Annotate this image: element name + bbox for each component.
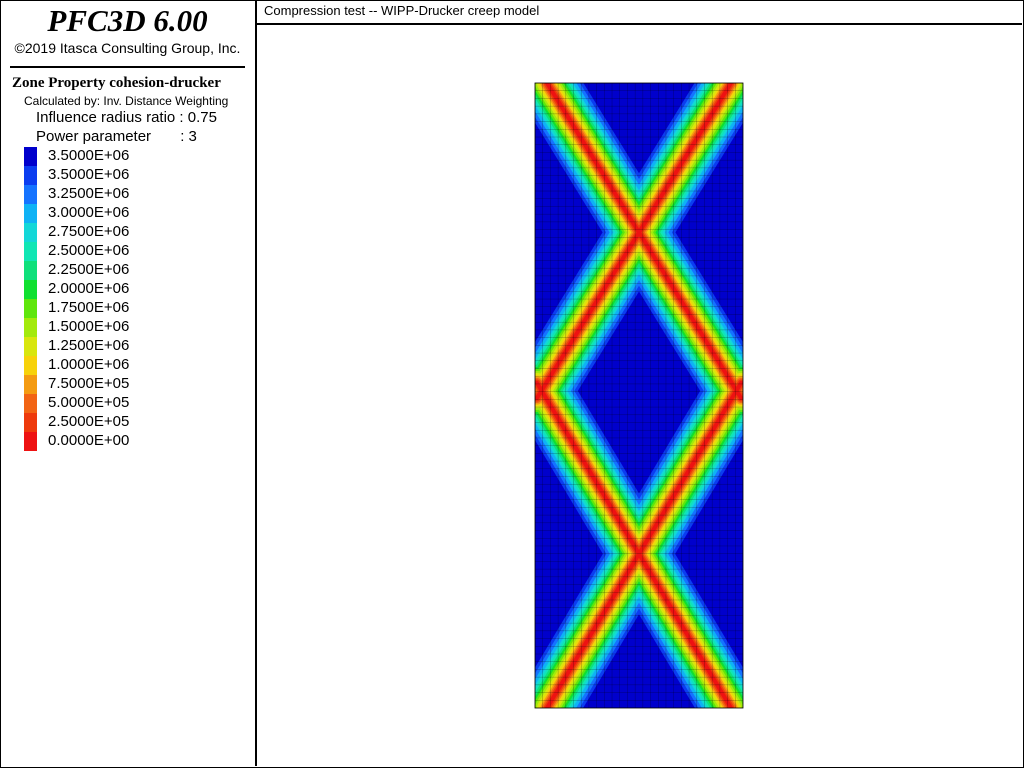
- legend-label: 0.0000E+00: [48, 432, 130, 449]
- legend-panel: PFC3D 6.00 ©2019 Itasca Consulting Group…: [0, 0, 257, 766]
- legend-swatch: [24, 432, 37, 451]
- legend-swatch: [24, 318, 37, 337]
- legend-label: 3.5000E+06: [48, 166, 130, 183]
- legend-swatch: [24, 242, 37, 261]
- legend-swatch: [24, 147, 37, 166]
- cohesion-bands: [535, 83, 743, 708]
- app-title: PFC3D 6.00: [47, 3, 208, 38]
- legend-label: 2.5000E+05: [48, 413, 130, 430]
- legend-title: Zone Property cohesion-drucker: [12, 75, 221, 91]
- legend-swatch: [24, 204, 37, 223]
- legend-swatch: [24, 185, 37, 204]
- legend-label: 3.2500E+06: [48, 185, 130, 202]
- influence-radius-label: Influence radius ratio : 0.75: [36, 109, 217, 126]
- specimen-contour: [535, 83, 743, 708]
- legend-label: 1.2500E+06: [48, 337, 130, 354]
- legend-swatch: [24, 223, 37, 242]
- contour-plot: [534, 82, 744, 709]
- legend-swatch: [24, 299, 37, 318]
- legend-swatch: [24, 166, 37, 185]
- legend-label: 1.0000E+06: [48, 356, 130, 373]
- legend-swatch: [24, 261, 37, 280]
- copyright-text: ©2019 Itasca Consulting Group, Inc.: [14, 40, 241, 56]
- legend-label: 1.7500E+06: [48, 299, 130, 316]
- plot-title-bar: Compression test -- WIPP-Drucker creep m…: [257, 0, 1022, 25]
- power-parameter-label: Power parameter : 3: [36, 128, 197, 145]
- plot-title: Compression test -- WIPP-Drucker creep m…: [264, 3, 540, 18]
- legend-label: 3.5000E+06: [48, 147, 130, 164]
- legend-swatch: [24, 394, 37, 413]
- legend-label: 2.2500E+06: [48, 261, 130, 278]
- legend-swatch: [24, 413, 37, 432]
- legend-swatch: [24, 280, 37, 299]
- legend-label: 2.0000E+06: [48, 280, 130, 297]
- legend-label: 2.5000E+06: [48, 242, 130, 259]
- legend-label: 7.5000E+05: [48, 375, 130, 392]
- legend-label: 2.7500E+06: [48, 223, 130, 240]
- legend-swatch: [24, 375, 37, 394]
- legend-label: 1.5000E+06: [48, 318, 130, 335]
- legend-swatch: [24, 337, 37, 356]
- title-separator: [10, 66, 245, 68]
- legend-swatch: [24, 356, 37, 375]
- legend-label: 3.0000E+06: [48, 204, 130, 221]
- calc-method: Calculated by: Inv. Distance Weighting: [24, 94, 229, 108]
- legend-label: 5.0000E+05: [48, 394, 130, 411]
